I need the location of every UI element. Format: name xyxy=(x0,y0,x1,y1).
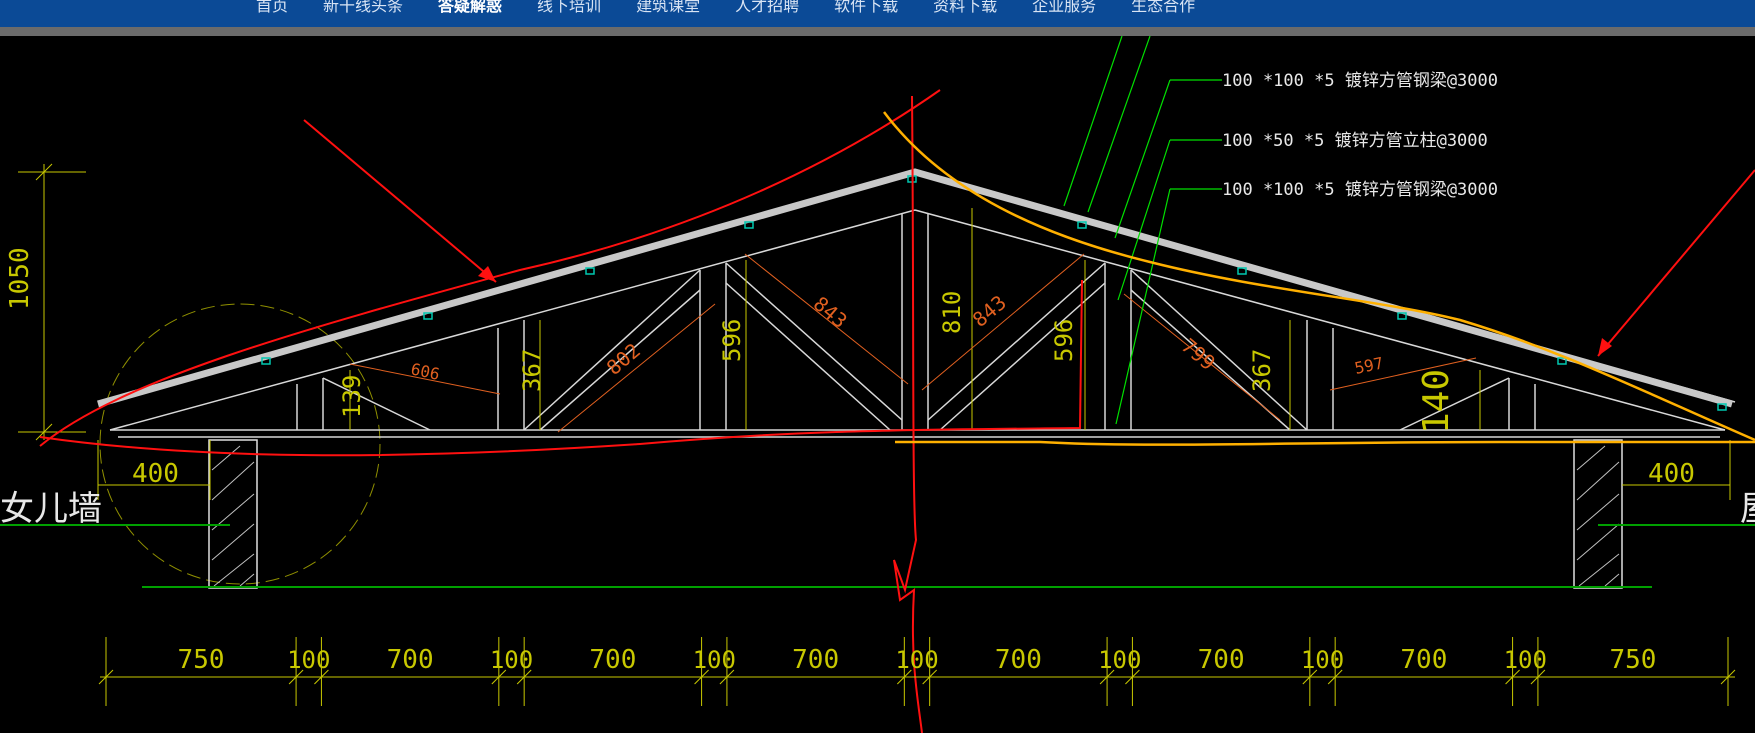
dim-596-right: 596 xyxy=(1050,319,1078,362)
roof-sheet xyxy=(97,168,1733,408)
bottom-dim-label: 700 xyxy=(589,645,636,675)
bottom-dim-label: 100 xyxy=(895,646,938,674)
dim-606: 606 xyxy=(409,359,441,384)
nav-items: 首页 新干线头条 答疑解惑 线下培训 建筑课堂 人才招聘 软件下载 资料下载 企… xyxy=(256,0,1230,16)
dim-400-right: 400 xyxy=(1648,459,1695,489)
dim-1050: 1050 xyxy=(5,247,35,310)
label-parapet-wall: 女儿墙 xyxy=(0,489,102,529)
detail-circle xyxy=(99,303,381,585)
dim-799: 799 xyxy=(1177,333,1220,375)
bottom-dim-label: 100 xyxy=(490,646,533,674)
bottom-dim-label: 100 xyxy=(287,646,330,674)
nav-item-headlines[interactable]: 新干线头条 xyxy=(323,0,403,16)
dim-843-right: 843 xyxy=(968,290,1011,332)
bottom-dim-label: 750 xyxy=(178,645,225,675)
right-column xyxy=(1573,439,1623,589)
bottom-dim-label: 100 xyxy=(693,646,736,674)
dim-367-left: 367 xyxy=(518,349,546,392)
bottom-dim-label: 100 xyxy=(1301,646,1344,674)
left-column xyxy=(208,439,258,589)
nav-item-ecosystem[interactable]: 生态合作 xyxy=(1131,0,1195,16)
bottom-dim-label: 750 xyxy=(1609,645,1656,675)
callout-steel-beam-2: 100 *100 *5 镀锌方管钢梁@3000 xyxy=(1222,180,1498,200)
site-nav-bar: 首页 新干线头条 答疑解惑 线下培训 建筑课堂 人才招聘 软件下载 资料下载 企… xyxy=(0,0,1755,27)
bottom-dim-label: 700 xyxy=(995,645,1042,675)
inner-vertical-dims xyxy=(349,208,1481,430)
cad-truss-drawing: 1050 400 400 139 367 596 810 596 367 140… xyxy=(0,36,1755,733)
dim-139: 139 xyxy=(338,375,366,418)
nav-item-software[interactable]: 软件下载 xyxy=(834,0,898,16)
dim-810: 810 xyxy=(938,291,966,334)
dim-597: 597 xyxy=(1353,353,1385,378)
dim-596-left: 596 xyxy=(718,319,746,362)
bottom-dim-label: 100 xyxy=(1504,646,1547,674)
nav-item-training[interactable]: 线下培训 xyxy=(537,0,601,16)
callout-steel-column: 100 *50 *5 镀锌方管立柱@3000 xyxy=(1222,131,1488,151)
nav-item-services[interactable]: 企业服务 xyxy=(1032,0,1096,16)
label-right-cut: 屋 xyxy=(1740,489,1755,529)
bottom-dim-label: 700 xyxy=(1198,645,1245,675)
nav-item-downloads[interactable]: 资料下载 xyxy=(933,0,997,16)
nav-divider xyxy=(0,27,1755,36)
dim-140: 140 xyxy=(1416,369,1457,434)
nav-item-classroom[interactable]: 建筑课堂 xyxy=(636,0,700,16)
dim-843-left: 843 xyxy=(809,291,852,333)
bottom-dim-label: 700 xyxy=(792,645,839,675)
callout-steel-beam-1: 100 *100 *5 镀锌方管钢梁@3000 xyxy=(1222,71,1498,91)
bottom-dim-label: 100 xyxy=(1098,646,1141,674)
nav-item-home[interactable]: 首页 xyxy=(256,0,288,16)
nav-item-jobs[interactable]: 人才招聘 xyxy=(735,0,799,16)
yellow-annotation xyxy=(883,111,1755,446)
bottom-dim-label: 700 xyxy=(387,645,434,675)
bottom-dim-label: 700 xyxy=(1400,645,1447,675)
dim-367-right: 367 xyxy=(1248,349,1276,392)
nav-item-qa[interactable]: 答疑解惑 xyxy=(438,0,502,16)
dim-400-left: 400 xyxy=(132,459,179,489)
